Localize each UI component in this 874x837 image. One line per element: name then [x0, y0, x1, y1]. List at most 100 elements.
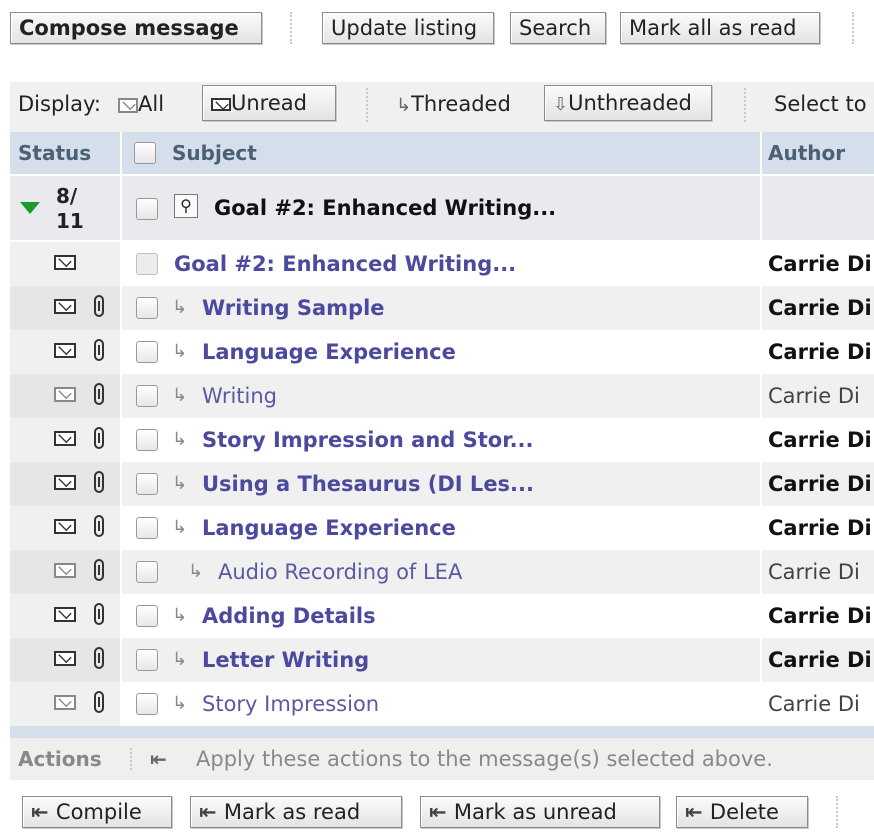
- subject-cell: ↳ Writing Sample: [122, 286, 760, 330]
- message-subject-link[interactable]: Language Experience: [202, 506, 456, 550]
- message-checkbox[interactable]: [136, 341, 158, 363]
- message-checkbox[interactable]: [136, 429, 158, 451]
- display-label: Display:: [18, 92, 101, 116]
- delete-label: Delete: [709, 800, 779, 824]
- apply-action-icon: ⇤: [429, 800, 454, 824]
- column-divider: [120, 330, 122, 374]
- subject-cell: ↳ Story Impression and Stor...: [122, 418, 760, 462]
- compile-button[interactable]: ⇤ Compile: [22, 796, 172, 828]
- thread-count-top: 8/: [56, 184, 78, 208]
- apply-action-icon: ⇤: [685, 800, 710, 824]
- message-row[interactable]: ↳ Letter Writing Carrie Di: [10, 638, 874, 682]
- subject-cell: ↳ Adding Details: [122, 594, 760, 638]
- author-header[interactable]: Author: [768, 132, 845, 174]
- mark-as-unread-button[interactable]: ⇤ Mark as unread: [420, 796, 660, 828]
- column-divider: [760, 242, 762, 286]
- thread-subject[interactable]: Goal #2: Enhanced Writing...: [214, 176, 556, 240]
- message-checkbox[interactable]: [136, 693, 158, 715]
- magnifier-icon[interactable]: ⚲: [174, 194, 198, 218]
- message-checkbox[interactable]: [136, 649, 158, 671]
- envelope-closed-icon[interactable]: [54, 519, 76, 534]
- reply-arrow-icon: ↳: [172, 693, 188, 714]
- message-checkbox[interactable]: [136, 561, 158, 583]
- display-unread-button[interactable]: Unread: [202, 85, 336, 121]
- column-divider: [760, 506, 762, 550]
- thread-checkbox[interactable]: [136, 198, 158, 220]
- message-subject-link[interactable]: Writing: [202, 374, 277, 418]
- column-divider: [760, 594, 762, 638]
- envelope-closed-icon[interactable]: [54, 343, 76, 358]
- column-divider: [120, 132, 122, 174]
- compose-message-button[interactable]: Compose message: [10, 12, 262, 44]
- message-row[interactable]: ↳ Story Impression and Stor... Carrie Di: [10, 418, 874, 462]
- select-all-checkbox[interactable]: [134, 142, 156, 164]
- display-threaded-link[interactable]: ↳Threaded: [396, 92, 511, 116]
- message-subject-link[interactable]: Audio Recording of LEA: [218, 550, 462, 594]
- message-row[interactable]: Goal #2: Enhanced Writing... Carrie Di: [10, 242, 874, 286]
- update-listing-button[interactable]: Update listing: [322, 12, 494, 44]
- actions-separator: [130, 748, 132, 770]
- message-subject-link[interactable]: Language Experience: [202, 330, 456, 374]
- select-to-label: Select to: [774, 92, 867, 116]
- mark-as-read-button[interactable]: ⇤ Mark as read: [190, 796, 402, 828]
- message-checkbox[interactable]: [136, 297, 158, 319]
- mark-all-read-button[interactable]: Mark all as read: [620, 12, 820, 44]
- message-checkbox[interactable]: [136, 605, 158, 627]
- message-subject-link[interactable]: Goal #2: Enhanced Writing...: [174, 242, 516, 286]
- message-row[interactable]: ↳ Adding Details Carrie Di: [10, 594, 874, 638]
- thread-count-bottom: 11: [56, 209, 84, 233]
- message-row[interactable]: ↳ Writing Carrie Di: [10, 374, 874, 418]
- message-subject-link[interactable]: Letter Writing: [202, 638, 369, 682]
- thread-row[interactable]: 8/ 11 ⚲ Goal #2: Enhanced Writing...: [10, 176, 874, 240]
- message-subject-link[interactable]: Story Impression and Stor...: [202, 418, 534, 462]
- status-header[interactable]: Status: [18, 132, 91, 174]
- envelope-closed-icon[interactable]: [54, 607, 76, 622]
- message-subject-link[interactable]: Using a Thesaurus (DI Les...: [202, 462, 534, 506]
- subject-header[interactable]: Subject: [172, 132, 257, 174]
- column-divider: [760, 330, 762, 374]
- message-row[interactable]: ↳ Language Experience Carrie Di: [10, 506, 874, 550]
- subject-cell: ↳ Using a Thesaurus (DI Les...: [122, 462, 760, 506]
- expand-triangle-icon[interactable]: [20, 202, 40, 214]
- message-checkbox[interactable]: [136, 473, 158, 495]
- envelope-open-icon[interactable]: [54, 387, 76, 402]
- message-subject-link[interactable]: Writing Sample: [202, 286, 385, 330]
- message-subject-link[interactable]: Adding Details: [202, 594, 376, 638]
- reply-arrow-icon: ↳: [172, 429, 188, 450]
- display-unthreaded-button[interactable]: ⇩Unthreaded: [544, 85, 712, 121]
- reply-arrow-icon: ↳: [172, 341, 188, 362]
- display-all-link[interactable]: All: [118, 92, 164, 116]
- message-subject-link[interactable]: Story Impression: [202, 682, 379, 726]
- message-row[interactable]: ↳ Using a Thesaurus (DI Les... Carrie Di: [10, 462, 874, 506]
- message-row[interactable]: ↳ Writing Sample Carrie Di: [10, 286, 874, 330]
- message-row[interactable]: ↳ Audio Recording of LEA Carrie Di: [10, 550, 874, 594]
- paperclip-icon: [94, 383, 104, 405]
- compile-label: Compile: [55, 800, 142, 824]
- message-checkbox[interactable]: [136, 253, 158, 275]
- envelope-closed-icon[interactable]: [54, 255, 76, 270]
- envelope-closed-icon[interactable]: [54, 475, 76, 490]
- envelope-open-icon[interactable]: [54, 695, 76, 710]
- status-cell: [10, 506, 120, 550]
- subject-cell: ↳ Letter Writing: [122, 638, 760, 682]
- message-row[interactable]: ↳ Story Impression Carrie Di: [10, 682, 874, 726]
- envelope-open-icon[interactable]: [54, 563, 76, 578]
- message-row[interactable]: ↳ Language Experience Carrie Di: [10, 330, 874, 374]
- column-divider: [760, 132, 762, 174]
- message-checkbox[interactable]: [136, 517, 158, 539]
- search-button[interactable]: Search: [510, 12, 606, 44]
- reply-arrow-icon: ↳: [172, 605, 188, 626]
- message-checkbox[interactable]: [136, 385, 158, 407]
- envelope-closed-icon[interactable]: [54, 431, 76, 446]
- toolbar-separator: [290, 12, 292, 44]
- message-author: Carrie Di: [768, 692, 860, 716]
- column-divider: [120, 506, 122, 550]
- delete-button[interactable]: ⇤ Delete: [676, 796, 808, 828]
- envelope-closed-icon[interactable]: [54, 651, 76, 666]
- toolbar-separator: [852, 12, 854, 44]
- envelope-closed-icon[interactable]: [54, 299, 76, 314]
- reply-arrow-icon: ↳: [396, 95, 412, 116]
- message-author: Carrie Di: [768, 516, 872, 540]
- display-all-label: All: [138, 92, 165, 116]
- column-divider: [120, 594, 122, 638]
